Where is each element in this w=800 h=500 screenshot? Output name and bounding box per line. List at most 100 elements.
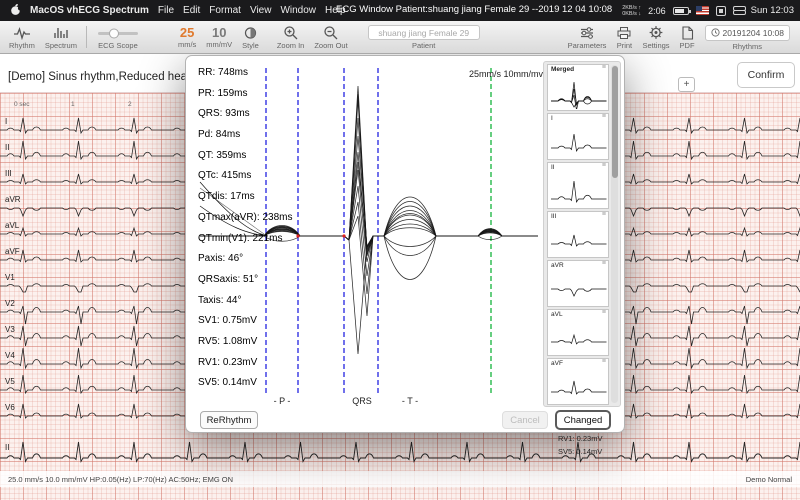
menu-window[interactable]: Window	[280, 5, 316, 16]
status-demo-mode: Demo Normal	[745, 474, 792, 484]
menu-view[interactable]: View	[250, 5, 272, 16]
report-icon: ≡	[601, 64, 606, 71]
thumbnail-scrollbar[interactable]	[611, 65, 618, 403]
parameters-icon	[581, 26, 594, 39]
spectrum-button[interactable]: Spectrum	[40, 21, 82, 53]
control-center-icon[interactable]	[732, 6, 746, 15]
patient-field-group: Patient	[363, 21, 485, 53]
gain-value: 10	[211, 25, 227, 40]
gain-display[interactable]: 10 mm/mV	[201, 21, 237, 53]
rhythm-button[interactable]: Rhythm	[4, 21, 40, 53]
timeline-marker: 1	[71, 101, 75, 108]
rhythms-field-group: 20191204 10:08 Rhythms	[700, 21, 795, 53]
measurement-item-9: Paxis: 46°	[198, 253, 244, 265]
parameters-button[interactable]: Parameters	[563, 21, 612, 53]
confirm-button[interactable]: Confirm	[737, 62, 795, 88]
thumbnail-Merged[interactable]: Merged ≡	[547, 64, 609, 111]
print-button[interactable]: Print	[611, 21, 637, 53]
report-icon: ≡	[601, 260, 606, 267]
lead-thumbnail-panel: Merged ≡ I ≡ II ≡ III ≡ aVR ≡ aVL ≡ aVF ≡	[543, 61, 621, 407]
battery-icon[interactable]	[672, 6, 691, 15]
thumbnail-I[interactable]: I ≡	[547, 113, 609, 160]
background-measurement: RV1: 0.23mV	[558, 434, 603, 443]
measurement-item-4: QT: 359ms	[198, 149, 247, 161]
thumbnail-label: aVF	[551, 360, 563, 367]
gain-unit: mm/mV	[206, 40, 233, 49]
screen: MacOS vhECG Spectrum File Edit Format Vi…	[0, 0, 800, 500]
measurement-item-12: SV1: 0.75mV	[198, 315, 257, 327]
app-name-menu[interactable]: MacOS vhECG Spectrum	[30, 5, 149, 16]
rhythms-datetime-value: 20191204 10:08	[722, 27, 784, 38]
changed-button[interactable]: Changed	[555, 410, 611, 430]
ecg-scope-label: ECG Scope	[98, 40, 138, 50]
patient-label: Patient	[412, 41, 436, 50]
input-source-icon[interactable]	[715, 5, 726, 16]
report-icon: ≡	[601, 309, 606, 316]
status-bar: 25.0 mm/s 10.0 mm/mV HP:0.05(Hz) LP:70(H…	[0, 471, 800, 487]
pdf-button[interactable]: PDF	[675, 21, 700, 53]
lead-label-V5: V5	[5, 377, 15, 386]
menu-bar-clock[interactable]: Sun 12:03	[751, 5, 794, 16]
report-icon: ≡	[601, 162, 606, 169]
zoom-in-button[interactable]: Zoom In	[272, 21, 310, 53]
thumbnail-list: Merged ≡ I ≡ II ≡ III ≡ aVR ≡ aVL ≡ aVF ≡	[547, 64, 609, 407]
lead-label-V2: V2	[5, 299, 15, 308]
measurement-item-10: QRSaxis: 51°	[198, 273, 259, 285]
zoom-out-icon	[324, 26, 338, 40]
measurement-item-0: RR: 748ms	[198, 67, 249, 78]
qrs-marker: QRS	[352, 396, 372, 406]
rerhythm-button[interactable]: ReRhythm	[200, 411, 258, 429]
measurement-item-7: QTmax(aVR): 238ms	[198, 211, 293, 223]
thumbnail-III[interactable]: III ≡	[547, 211, 609, 258]
status-acquisition-settings: 25.0 mm/s 10.0 mm/mV HP:0.05(Hz) LP:70(H…	[8, 474, 234, 484]
us-flag-icon[interactable]	[695, 6, 709, 15]
lead-label-aVF: aVF	[5, 247, 20, 256]
network-speed-indicator[interactable]: 2KB/s ↑ 0KB/s ↓	[622, 5, 641, 17]
net-down: 0KB/s ↓	[622, 10, 642, 17]
spectrum-label: Spectrum	[44, 40, 77, 50]
rhythm-strip-label: II	[5, 443, 10, 452]
menu-bar: MacOS vhECG Spectrum File Edit Format Vi…	[0, 0, 800, 21]
parameters-label: Parameters	[567, 40, 607, 50]
timeline-marker: 2	[128, 101, 132, 108]
menu-edit[interactable]: Edit	[183, 5, 200, 16]
report-icon: ≡	[601, 113, 606, 120]
lead-label-V4: V4	[5, 351, 15, 360]
menu-file[interactable]: File	[158, 5, 174, 16]
menu-format[interactable]: Format	[209, 5, 241, 16]
settings-button[interactable]: Settings	[637, 21, 674, 53]
measurement-item-1: PR: 159ms	[198, 87, 248, 99]
scrollbar-thumb[interactable]	[611, 66, 618, 178]
dialog-scale-text: 25mm/s 10mm/mv	[469, 69, 544, 79]
measurement-item-11: Taxis: 44°	[198, 294, 242, 306]
thumbnail-aVR[interactable]: aVR ≡	[547, 260, 609, 307]
add-button[interactable]: +	[678, 77, 695, 92]
measurement-item-5: QTc: 415ms	[198, 170, 252, 182]
measurement-dialog: RR: 748ms PR: 159ms QRS: 93ms Pd: 84ms QT: 3…	[185, 55, 625, 433]
measurement-item-6: QTdis: 17ms	[198, 191, 255, 203]
patient-input[interactable]	[367, 25, 480, 40]
lead-label-V3: V3	[5, 325, 15, 334]
zoom-out-button[interactable]: Zoom Out	[309, 21, 352, 53]
zoom-in-icon	[283, 26, 298, 40]
style-button[interactable]: Style	[237, 21, 264, 53]
lead-label-aVR: aVR	[5, 195, 21, 204]
thumbnail-II[interactable]: II ≡	[547, 162, 609, 209]
thumbnail-aVF[interactable]: aVF ≡	[547, 358, 609, 405]
cancel-button[interactable]: Cancel	[502, 411, 548, 429]
rhythms-datetime-field[interactable]: 20191204 10:08	[704, 24, 790, 41]
measurement-item-15: SV5: 0.14mV	[198, 377, 257, 389]
window-title: ECG Window Patient:shuang jiang Female 2…	[336, 4, 613, 15]
thumbnail-aVL[interactable]: aVL ≡	[547, 309, 609, 356]
zoom-out-label: Zoom Out	[314, 41, 348, 50]
speed-value: 25	[179, 25, 195, 40]
toolbar: Rhythm Spectrum ECG Scope 25 mm/s 10 mm/…	[0, 21, 800, 54]
lead-label-III: III	[5, 169, 12, 178]
thumbnail-label: Merged	[551, 66, 575, 73]
apple-menu-icon[interactable]	[10, 3, 23, 19]
lead-label-V6: V6	[5, 403, 15, 412]
speed-unit: mm/s	[177, 40, 197, 49]
p-wave-marker: - P -	[273, 396, 291, 406]
ecg-scope-control[interactable]: ECG Scope	[91, 21, 145, 53]
speed-display[interactable]: 25 mm/s	[173, 21, 201, 53]
